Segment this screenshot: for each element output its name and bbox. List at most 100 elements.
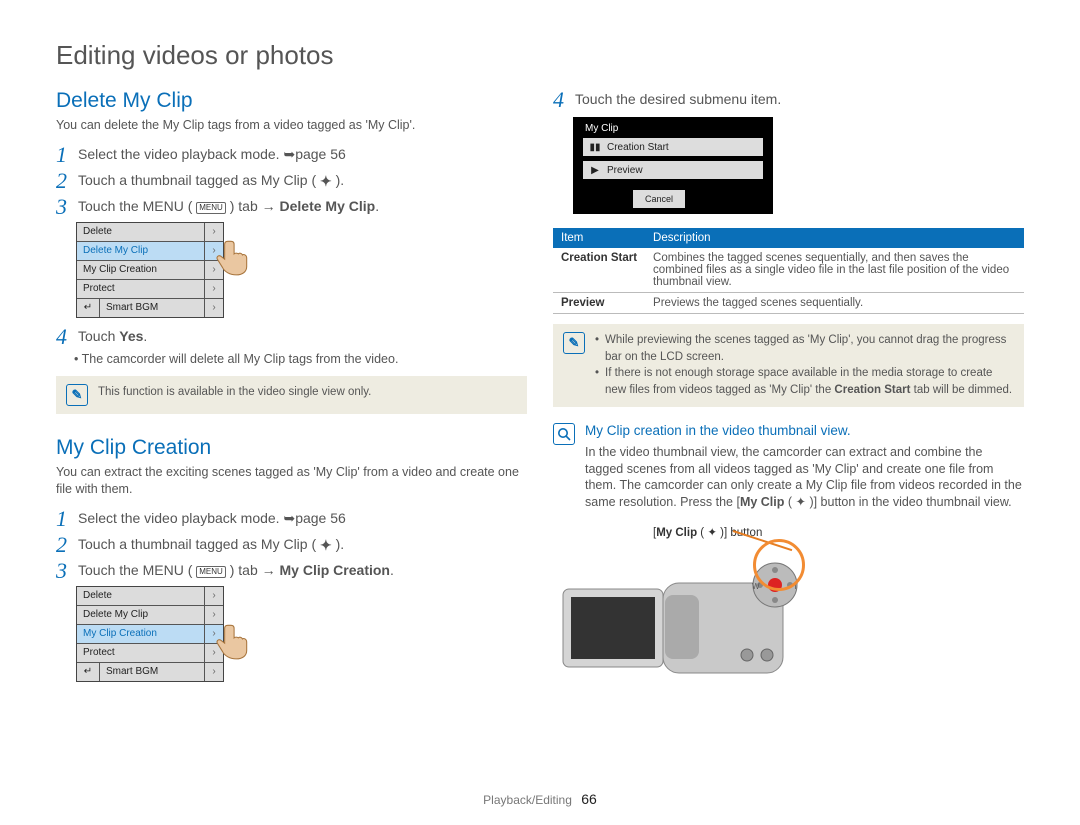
text: Select the video playback mode. [78,146,283,162]
text-bold: My Clip Creation [280,562,390,578]
svg-text:W: W [752,582,760,591]
step-body: Touch the MENU ( MENU ) tab → My Clip Cr… [78,560,527,579]
menu-row: Delete› [77,223,223,242]
text-bold: Creation Start [834,384,910,396]
menu-item-label: Delete [77,590,204,601]
step-number: 3 [56,560,78,582]
creation-step-4: 4 Touch the desired submenu item. [553,89,1024,111]
menu-row-active: Delete My Clip› [77,242,223,261]
step-body: Select the video playback mode. ➥page 56 [78,144,527,163]
menu-row-active: My Clip Creation› [77,625,223,644]
text: Touch [78,328,119,344]
text: ) tab [226,198,262,214]
step-body: Touch a thumbnail tagged as My Clip ( ✦ … [78,534,527,553]
film-icon: ▮▮ [589,142,601,153]
table-row: Preview Previews the tagged scenes seque… [553,293,1024,314]
note-bullet: While previewing the scenes tagged as 'M… [595,332,1014,365]
submenu-item: ▮▮ Creation Start [583,138,763,156]
text: Touch a thumbnail tagged as My Clip ( [78,536,320,552]
menu-row: ↵Smart BGM› [77,663,223,681]
td-item: Creation Start [553,248,645,293]
myclip-icon: ( ✦ ) [784,495,813,509]
menu-row: Delete My Clip› [77,606,223,625]
step-number: 2 [56,534,78,556]
callout-circle-icon [753,539,805,591]
text: Touch the MENU ( [78,198,196,214]
touch-hand-icon [211,619,253,661]
td-desc: Previews the tagged scenes sequentially. [645,293,1024,314]
text: ] button in the video thumbnail view. [814,495,1012,509]
creation-intro: You can extract the exciting scenes tagg… [56,464,527,498]
text-bold: Yes [119,328,143,344]
submenu-title: My Clip [583,123,763,134]
play-icon: ▶ [589,165,601,176]
note-body: While previewing the scenes tagged as 'M… [595,332,1014,399]
info-box: My Clip creation in the video thumbnail … [553,423,1024,512]
magnifier-icon [553,423,575,445]
right-arrow-icon: → [262,198,276,214]
note-bullet: If there is not enough storage space ava… [595,365,1014,398]
menu-item-label: Delete [77,226,204,237]
menu-item-label: Smart BGM [100,666,204,677]
menu-item-label: Delete My Clip [77,245,204,256]
info-title: My Clip creation in the video thumbnail … [585,423,1024,438]
step-number: 2 [56,170,78,192]
chevron-right-icon: › [204,663,223,681]
note-box-2: ✎ While previewing the scenes tagged as … [553,324,1024,407]
two-column-layout: Delete My Clip You can delete the My Cli… [56,89,1024,703]
menu-item-label: My Clip Creation [77,264,204,275]
td-item: Preview [553,293,645,314]
delete-step-1: 1 Select the video playback mode. ➥page … [56,144,527,166]
menu-row: My Clip Creation› [77,261,223,280]
submenu-item: ▶Preview [583,161,763,179]
chevron-right-icon: › [204,587,223,605]
text: While previewing the scenes tagged as 'M… [605,332,1014,365]
step-number: 4 [553,89,575,111]
step-number: 1 [56,508,78,530]
text: ). [332,172,344,188]
table-row: Creation Start Combines the tagged scene… [553,248,1024,293]
page-number: 66 [581,791,597,807]
table-header-row: Item Description [553,228,1024,248]
text: ). [332,536,344,552]
touch-hand-icon [211,235,253,277]
goto-arrow-icon: ➥ [283,510,295,527]
note-box: ✎ This function is available in the vide… [56,376,527,414]
page-title: Editing videos or photos [56,40,1024,71]
delete-step-4-bullet: • The camcorder will delete all My Clip … [74,352,527,366]
step-body: Touch the desired submenu item. [575,89,1024,107]
delete-menu-screenshot: Delete› Delete My Clip› My Clip Creation… [76,222,224,318]
delete-section-title: Delete My Clip [56,89,527,113]
right-arrow-icon: → [262,562,276,578]
delete-step-4: 4 Touch Yes. [56,326,527,348]
td-desc: Combines the tagged scenes sequentially,… [645,248,1024,293]
page-ref: page 56 [295,146,346,162]
creation-step-1: 1 Select the video playback mode. ➥page … [56,508,527,530]
menu-item-label: Creation Start [607,142,669,153]
chevron-right-icon: › [204,280,223,298]
camcorder-illustration: [My Clip ( ✦ )] button [553,525,1024,703]
camcorder-body: W T [553,553,813,703]
note-icon: ✎ [66,384,88,406]
step-body: Touch a thumbnail tagged as My Clip ( ✦ … [78,170,527,189]
note-body: This function is available in the video … [98,384,371,406]
text-bold: Delete My Clip [280,198,376,214]
chevron-right-icon: › [204,299,223,317]
delete-intro: You can delete the My Clip tags from a v… [56,117,527,134]
footer-section: Playback/Editing [483,793,572,807]
text-bold: My Clip [656,527,697,539]
page-footer: Playback/Editing 66 [0,791,1080,807]
back-icon: ↵ [77,663,100,681]
menu-row: ↵Smart BGM› [77,299,223,317]
step-body: Touch the MENU ( MENU ) tab → Delete My … [78,196,527,215]
text: tab will be dimmed. [910,384,1012,396]
step-number: 1 [56,144,78,166]
text: Touch the MENU ( [78,562,196,578]
text: Touch a thumbnail tagged as My Clip ( [78,172,320,188]
step-number: 3 [56,196,78,218]
th-item: Item [553,228,645,248]
menu-item-label: Smart BGM [100,302,204,313]
creation-section-title: My Clip Creation [56,436,527,460]
text: Select the video playback mode. [78,510,283,526]
delete-step-2: 2 Touch a thumbnail tagged as My Clip ( … [56,170,527,192]
